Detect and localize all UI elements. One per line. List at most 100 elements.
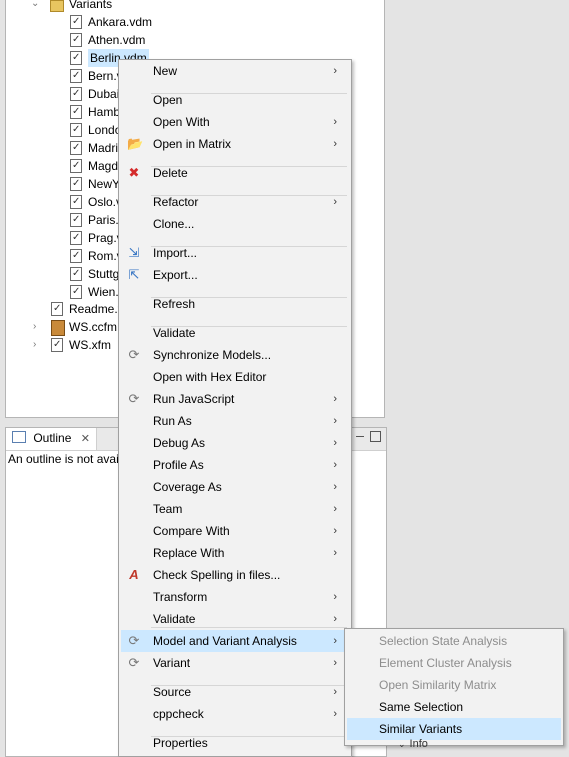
submenu-item-open-similarity-matrix: Open Similarity Matrix — [347, 674, 561, 696]
tree-label: WS.ccfm — [69, 320, 117, 334]
menu-item-check-spelling-in-files[interactable]: A Check Spelling in files... — [121, 564, 349, 586]
menu-item-label: Compare With — [153, 524, 230, 538]
tree-label: Stuttg — [88, 267, 120, 281]
outline-message: An outline is not avai — [8, 452, 119, 466]
menu-item-open-in-matrix[interactable]: 📂 Open in Matrix › — [121, 133, 349, 155]
menu-item-run-as[interactable]: Run As › — [121, 410, 349, 432]
menu-item-label: Open in Matrix — [153, 137, 232, 151]
menu-item-label: Variant — [153, 656, 191, 670]
menu-item-transform[interactable]: Transform › — [121, 586, 349, 608]
chevron-right-icon[interactable]: › — [33, 340, 43, 350]
menu-item-refactor[interactable]: Refactor › — [121, 191, 349, 213]
menu-item-compare-with[interactable]: Compare With › — [121, 520, 349, 542]
tree-label: Ankara.vdm — [88, 15, 153, 29]
vdm-file-icon — [70, 247, 82, 265]
submenu-item-similar-variants[interactable]: Similar Variants — [347, 718, 561, 740]
menu-item-label: Properties — [153, 736, 208, 750]
chevron-right-icon: › — [333, 613, 337, 625]
chevron-right-icon: › — [333, 138, 337, 150]
chevron-down-icon[interactable]: ⌄ — [31, 0, 41, 9]
menu-item-label: Model and Variant Analysis — [153, 634, 297, 648]
chevron-down-icon: ⌄ — [398, 739, 406, 749]
menu-item-label: Export... — [153, 268, 198, 282]
ccfm-file-icon — [51, 320, 65, 336]
submenu-item-element-cluster-analysis: Element Cluster Analysis — [347, 652, 561, 674]
menu-item-label: Team — [153, 502, 183, 516]
menu-item-import[interactable]: ⇲ Import... — [121, 242, 349, 264]
menu-item-label: Validate — [153, 326, 196, 340]
menu-item-label: Open with Hex Editor — [153, 370, 267, 384]
vdm-file-icon — [70, 211, 82, 229]
menu-item-profile-as[interactable]: Profile As › — [121, 454, 349, 476]
vdm-file-icon — [70, 265, 82, 283]
tab-outline[interactable]: Outline ✕ — [6, 428, 97, 450]
vdm-file-icon — [70, 139, 82, 157]
minimize-icon[interactable] — [356, 436, 364, 437]
menu-item-variant[interactable]: ⟳ Variant › — [121, 652, 349, 674]
menu-item-clone[interactable]: Clone... — [121, 213, 349, 235]
analysis-submenu: Selection State Analysis Element Cluster … — [344, 628, 564, 746]
menu-item-open[interactable]: Open — [121, 89, 349, 111]
menu-item-source[interactable]: Source › — [121, 681, 349, 703]
tree-label: Dubai — [88, 87, 120, 101]
chevron-right-icon: › — [333, 503, 337, 515]
menu-item-delete[interactable]: ✖ Delete — [121, 162, 349, 184]
tree-label: Magd — [88, 159, 119, 173]
folder-icon — [50, 0, 64, 12]
tree-label: Oslo.v — [88, 195, 123, 209]
chevron-right-icon[interactable]: › — [33, 322, 43, 332]
vdm-file-icon — [70, 103, 82, 121]
menu-item-label: cppcheck — [153, 707, 204, 721]
chevron-right-icon: › — [333, 393, 337, 405]
menu-item-run-javascript[interactable]: ⟳ Run JavaScript › — [121, 388, 349, 410]
run-js-icon: ⟳ — [128, 391, 140, 406]
close-icon[interactable]: ✕ — [81, 433, 90, 445]
menu-item-refresh[interactable]: Refresh — [121, 293, 349, 315]
vdm-file-icon — [70, 229, 82, 247]
menu-item-validate[interactable]: Validate — [121, 322, 349, 344]
submenu-item-label: Similar Variants — [379, 722, 463, 736]
menu-item-label: Source — [153, 685, 192, 699]
menu-item-label: Refactor — [153, 195, 199, 209]
menu-item-export[interactable]: ⇱ Export... — [121, 264, 349, 286]
menu-item-validate[interactable]: Validate › — [121, 608, 349, 630]
menu-item-new[interactable]: New › — [121, 60, 349, 82]
tree-label: Wien. — [88, 285, 119, 299]
analysis-icon: ⟳ — [128, 633, 140, 648]
vdm-file-icon — [70, 175, 82, 193]
vdm-file-icon — [70, 85, 82, 103]
menu-item-synchronize-models[interactable]: ⟳ Synchronize Models... — [121, 344, 349, 366]
tree-label: Readme.t — [69, 302, 122, 316]
menu-item-debug-as[interactable]: Debug As › — [121, 432, 349, 454]
menu-item-label: Delete — [153, 166, 188, 180]
tree-label: Madri — [88, 141, 119, 155]
menu-item-team[interactable]: Team › — [121, 498, 349, 520]
menu-item-open-with-hex-editor[interactable]: Open with Hex Editor — [121, 366, 349, 388]
info-label: ⌄ Info — [398, 738, 428, 750]
vdm-file-icon — [70, 67, 82, 85]
vdm-file-icon — [70, 49, 82, 67]
maximize-icon[interactable] — [370, 431, 381, 442]
menu-item-open-with[interactable]: Open With › — [121, 111, 349, 133]
chevron-right-icon: › — [333, 591, 337, 603]
menu-item-cppcheck[interactable]: cppcheck › — [121, 703, 349, 725]
chevron-right-icon: › — [333, 547, 337, 559]
menu-item-model-and-variant-analysis[interactable]: ⟳ Model and Variant Analysis › — [121, 630, 349, 652]
chevron-right-icon: › — [333, 459, 337, 471]
menu-item-label: Profile As — [153, 458, 204, 472]
menu-item-replace-with[interactable]: Replace With › — [121, 542, 349, 564]
chevron-right-icon: › — [333, 657, 337, 669]
xfm-file-icon — [51, 336, 63, 354]
submenu-item-label: Element Cluster Analysis — [379, 656, 512, 670]
menu-item-label: Import... — [153, 246, 198, 260]
text-file-icon — [51, 300, 63, 318]
tree-label: Variants — [69, 0, 113, 11]
chevron-right-icon: › — [333, 525, 337, 537]
menu-item-coverage-as[interactable]: Coverage As › — [121, 476, 349, 498]
import-icon: ⇲ — [128, 245, 140, 260]
menu-item-properties[interactable]: Properties — [121, 732, 349, 754]
menu-item-label: Check Spelling in files... — [153, 568, 281, 582]
submenu-item-label: Same Selection — [379, 700, 464, 714]
submenu-item-same-selection[interactable]: Same Selection — [347, 696, 561, 718]
submenu-item-selection-state-analysis: Selection State Analysis — [347, 630, 561, 652]
